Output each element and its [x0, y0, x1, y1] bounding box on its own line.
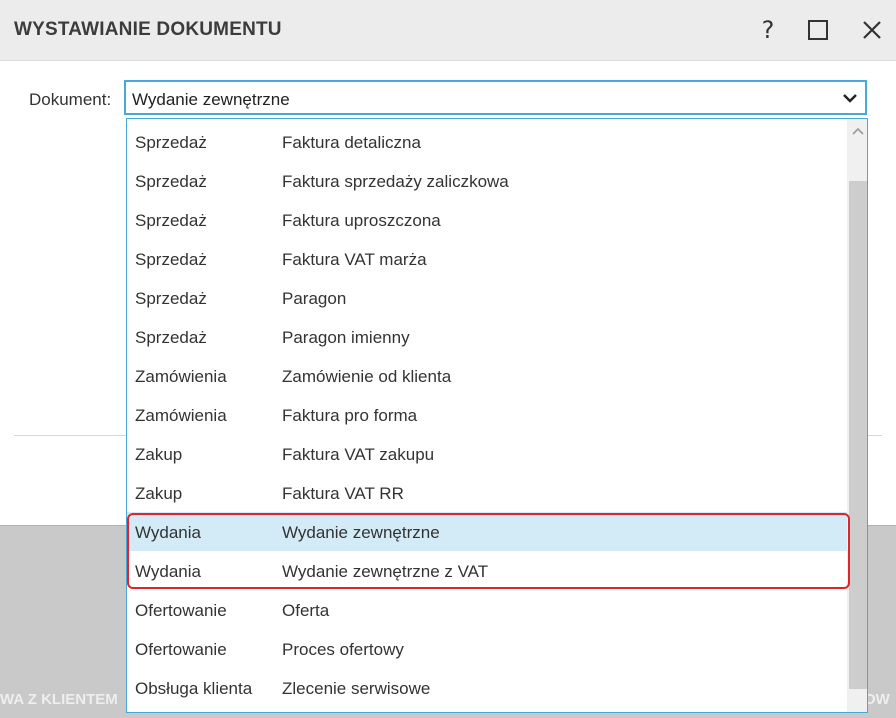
list-item-category: Wydania: [135, 562, 201, 581]
list-item[interactable]: Sprzedaż Faktura VAT marża: [127, 239, 847, 278]
help-button[interactable]: ?: [752, 14, 784, 46]
list-item[interactable]: Obsługa klienta Zlecenie serwisowe: [127, 668, 847, 707]
list-item-category: Sprzedaż: [135, 328, 207, 347]
list-item[interactable]: Sprzedaż Faktura uproszczona: [127, 200, 847, 239]
list-item-category: Sprzedaż: [135, 289, 207, 308]
list-item[interactable]: Wydania Wydanie zewnętrzne z VAT: [127, 551, 847, 590]
list-item-name: Faktura pro forma: [282, 406, 418, 425]
close-icon: [863, 21, 881, 39]
list-item-category: Wydania: [135, 523, 201, 542]
maximize-icon: [808, 20, 828, 40]
list-item[interactable]: Wydania Wydanie zewnętrzne: [127, 512, 847, 551]
chevron-up-icon: [851, 127, 864, 135]
list-item-name: Proces ofertowy: [282, 640, 404, 659]
list-item[interactable]: Ofertowanie Oferta: [127, 590, 847, 629]
list-item-category: Sprzedaż: [135, 172, 207, 191]
dialog-titlebar: WYSTAWIANIE DOKUMENTU ?: [0, 0, 896, 61]
document-dropdown-list: Sprzedaż Faktura detaliczna Sprzedaż Faktur…: [126, 118, 868, 713]
list-item-name: Zlecenie serwisowe: [282, 679, 431, 698]
list-item[interactable]: Sprzedaż Faktura sprzedaży zaliczkowa: [127, 161, 847, 200]
list-item-name: Paragon: [282, 289, 347, 308]
close-button[interactable]: [856, 14, 888, 46]
list-item[interactable]: Zakup Faktura VAT zakupu: [127, 434, 847, 473]
scrollbar-thumb[interactable]: [849, 181, 867, 689]
list-item-name: Oferta: [282, 601, 330, 620]
document-select[interactable]: Wydanie zewnętrzne: [124, 80, 867, 115]
background-window-text: WA Z KLIENTEM: [0, 691, 118, 708]
list-item-name: Faktura VAT marża: [282, 250, 427, 269]
list-item-category: Sprzedaż: [135, 250, 207, 269]
list-item-name: Faktura VAT zakupu: [282, 445, 435, 464]
document-select-value: Wydanie zewnętrzne: [132, 90, 290, 109]
list-item-category: Zamówienia: [135, 406, 227, 425]
maximize-button[interactable]: [802, 14, 834, 46]
dialog-title: WYSTAWIANIE DOKUMENTU: [14, 19, 282, 40]
list-item-category: Ofertowanie: [135, 601, 227, 620]
list-item-name: Wydanie zewnętrzne z VAT: [282, 562, 489, 581]
list-item-name: Faktura detaliczna: [282, 133, 421, 152]
list-item[interactable]: Sprzedaż Paragon: [127, 278, 847, 317]
list-item[interactable]: Sprzedaż Faktura detaliczna: [127, 122, 847, 161]
list-item-name: Paragon imienny: [282, 328, 410, 347]
list-item-category: Zakup: [135, 445, 183, 464]
document-label: Dokument:: [29, 90, 112, 109]
list-item[interactable]: Zakup Faktura VAT RR: [127, 473, 847, 512]
list-item[interactable]: Zamówienia Faktura pro forma: [127, 395, 847, 434]
list-item-category: Ofertowanie: [135, 640, 227, 659]
list-item-name: Zamówienie od klienta: [282, 367, 452, 386]
list-item-category: Sprzedaż: [135, 211, 207, 230]
list-item[interactable]: Zamówienia Zamówienie od klienta: [127, 356, 847, 395]
chevron-down-icon[interactable]: [841, 89, 859, 107]
scroll-up-button[interactable]: [847, 119, 867, 143]
list-item-name: Faktura VAT RR: [282, 484, 404, 503]
list-item-category: Zamówienia: [135, 367, 227, 386]
list-item-name: Wydanie zewnętrzne: [282, 523, 440, 542]
list-item[interactable]: Sprzedaż Paragon imienny: [127, 317, 847, 356]
list-item-category: Zakup: [135, 484, 183, 503]
list-item-category: Sprzedaż: [135, 133, 207, 152]
list-item-category: Obsługa klienta: [135, 679, 253, 698]
list-item[interactable]: Ofertowanie Proces ofertowy: [127, 629, 847, 668]
list-item-name: Faktura sprzedaży zaliczkowa: [282, 172, 509, 191]
dropdown-scrollbar[interactable]: [847, 119, 867, 712]
list-item-name: Faktura uproszczona: [282, 211, 441, 230]
